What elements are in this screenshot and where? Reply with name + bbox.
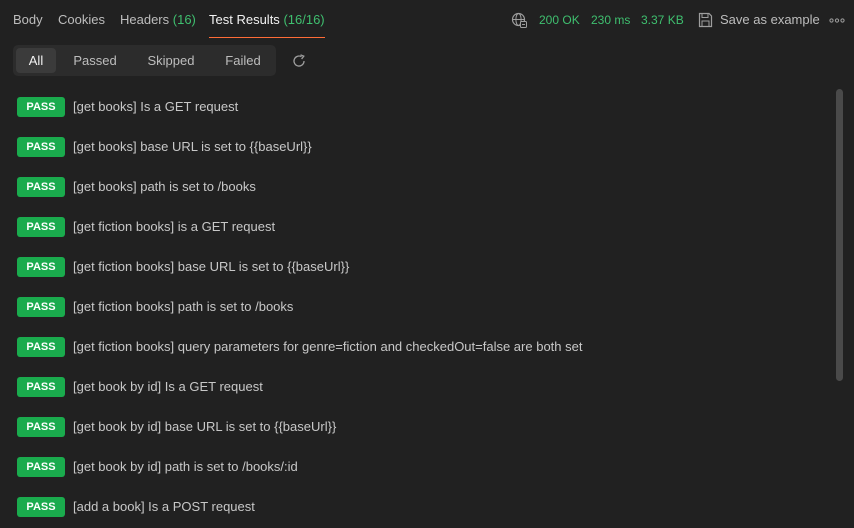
- response-panel: Body Cookies Headers (16) Test Results (…: [0, 0, 854, 528]
- status-code[interactable]: 200 OK: [539, 0, 580, 40]
- response-tab-bar: Body Cookies Headers (16) Test Results (…: [0, 0, 854, 40]
- response-size[interactable]: 3.37 KB: [641, 0, 684, 40]
- test-result-row: PASS [get book by id] base URL is set to …: [0, 407, 830, 447]
- save-icon[interactable]: [698, 12, 713, 28]
- test-result-name: [get fiction books] base URL is set to {…: [73, 259, 350, 274]
- test-result-name: [get fiction books] query parameters for…: [73, 339, 583, 354]
- test-result-row: PASS [get fiction books] query parameters…: [0, 327, 830, 367]
- refresh-icon[interactable]: [291, 53, 307, 69]
- pass-badge: PASS: [17, 377, 65, 397]
- pass-badge: PASS: [17, 457, 65, 477]
- test-result-name: [get books] Is a GET request: [73, 99, 239, 114]
- filter-passed[interactable]: Passed: [63, 48, 127, 73]
- test-result-name: [get book by id] base URL is set to {{ba…: [73, 419, 337, 434]
- test-result-row: PASS [get book by id] Is a GET request: [0, 367, 830, 407]
- filter-failed[interactable]: Failed: [215, 48, 271, 73]
- test-results-list: PASS [get books] Is a GET request PASS [get…: [0, 87, 830, 528]
- filter-skipped[interactable]: Skipped: [137, 48, 205, 73]
- pass-badge: PASS: [17, 137, 65, 157]
- test-result-row: PASS [get fiction books] base URL is set …: [0, 247, 830, 287]
- pass-badge: PASS: [17, 417, 65, 437]
- test-result-row: PASS [add a book] Is a POST request: [0, 487, 830, 527]
- pass-badge: PASS: [17, 297, 65, 317]
- response-time[interactable]: 230 ms: [591, 0, 630, 40]
- test-result-name: [get book by id] Is a GET request: [73, 379, 263, 394]
- test-result-name: [get books] path is set to /books: [73, 179, 256, 194]
- filter-all[interactable]: All: [16, 48, 56, 73]
- more-icon[interactable]: [829, 18, 845, 23]
- test-result-row: PASS [get book by id] path is set to /boo…: [0, 447, 830, 487]
- scrollbar-thumb[interactable]: [836, 89, 843, 381]
- test-result-row: PASS [get fiction books] path is set to /…: [0, 287, 830, 327]
- test-result-row: PASS [get books] base URL is set to {{bas…: [0, 127, 830, 167]
- test-result-name: [get books] base URL is set to {{baseUrl…: [73, 139, 312, 154]
- test-result-name: [get fiction books] is a GET request: [73, 219, 276, 234]
- pass-badge: PASS: [17, 497, 65, 517]
- test-result-row: PASS [get books] Is a GET request: [0, 87, 830, 127]
- pass-badge: PASS: [17, 257, 65, 277]
- test-result-name: [get fiction books] path is set to /book…: [73, 299, 294, 314]
- pass-badge: PASS: [17, 217, 65, 237]
- pass-badge: PASS: [17, 337, 65, 357]
- pass-badge: PASS: [17, 97, 65, 117]
- test-result-row: PASS [get books] path is set to /books: [0, 167, 830, 207]
- test-result-name: [add a book] Is a POST request: [73, 499, 255, 514]
- result-filter: All Passed Skipped Failed: [13, 45, 276, 76]
- pass-badge: PASS: [17, 177, 65, 197]
- test-result-row: PASS [get fiction books] is a GET request: [0, 207, 830, 247]
- test-result-name: [get book by id] path is set to /books/:…: [73, 459, 298, 474]
- save-as-example-button[interactable]: Save as example: [720, 0, 820, 40]
